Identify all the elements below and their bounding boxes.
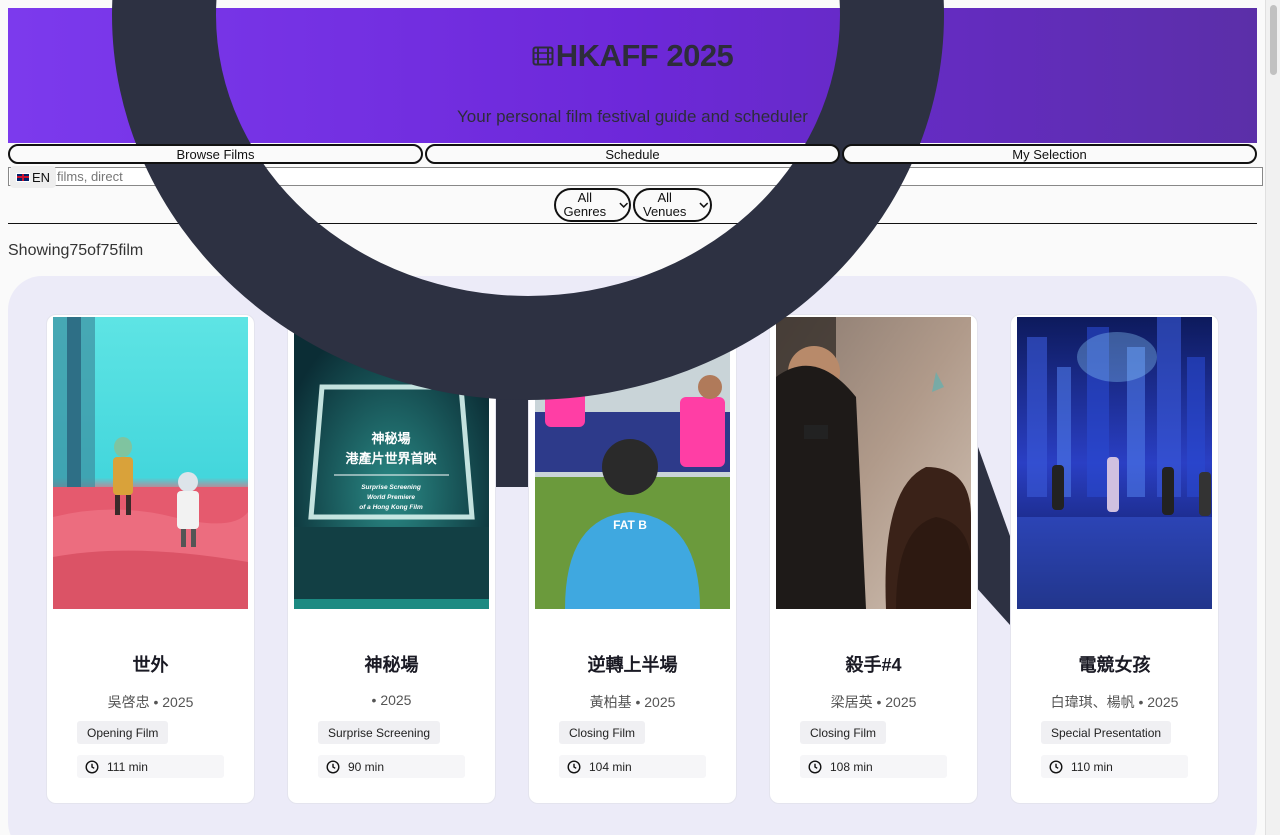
venue-select-label: All Venues [643, 190, 687, 219]
film-meta: 吳啓忠 • 2025 [107, 694, 194, 710]
film-meta: 黃柏基 • 2025 [589, 694, 676, 710]
schedule-button[interactable]: Schedule [425, 144, 840, 164]
film-card[interactable]: 世外 吳啓忠 • 2025 Opening Film 111 min [46, 314, 255, 804]
poster-text: World Premiere [367, 494, 415, 501]
language-label: EN [32, 169, 51, 185]
film-card[interactable]: 殺手#4 梁居英 • 2025 Closing Film 108 min [769, 314, 978, 804]
category-badge: Surprise Screening [318, 721, 441, 744]
film-title: 世外 [132, 655, 169, 675]
poster-text: Surprise Screening [361, 484, 421, 491]
film-card[interactable]: 電競女孩 白瑋琪、楊帆 • 2025 Special Presentation … [1010, 314, 1219, 804]
scrollbar-thumb[interactable] [1270, 5, 1277, 75]
film-poster [776, 317, 971, 609]
film-card[interactable]: 神秘場 港產片世界首映 Surprise Screening World Pre… [287, 314, 496, 804]
category-badge: Closing Film [559, 721, 646, 744]
film-meta: 梁居英 • 2025 [830, 694, 917, 710]
duration: 90 min [318, 755, 465, 778]
poster-text: of a Hong Kong Film [359, 504, 423, 511]
page: HKAFF 2025 Your personal film festival g… [0, 0, 1265, 835]
film-icon [532, 46, 554, 66]
title-text: HKAFF 2025 [555, 38, 734, 73]
duration-text: 111 min [107, 759, 148, 774]
film-meta: • 2025 [371, 692, 412, 708]
film-title: 殺手#4 [845, 655, 902, 675]
film-poster [1017, 317, 1212, 609]
poster-text: 港產片世界首映 [345, 451, 437, 467]
venue-select[interactable]: All Venues [633, 188, 712, 222]
main-nav: Browse Films Schedule My Selection [8, 144, 1257, 164]
clock-icon [1049, 759, 1063, 774]
category-badge: Closing Film [800, 721, 887, 744]
chevron-down-icon [699, 202, 709, 209]
duration: 111 min [77, 755, 224, 778]
duration: 108 min [800, 755, 947, 778]
film-title: 電競女孩 [1078, 655, 1151, 675]
page-title: HKAFF 2025 [8, 38, 1257, 74]
duration-text: 90 min [348, 759, 385, 774]
poster-text: FAT B [613, 518, 647, 532]
genre-select[interactable]: All Genres [554, 188, 631, 222]
category-badge: Opening Film [77, 721, 169, 744]
my-selection-button[interactable]: My Selection [842, 144, 1257, 164]
divider [8, 223, 1257, 224]
clock-icon [567, 759, 581, 774]
filter-bar: All Genres All Venues [554, 188, 712, 222]
duration-text: 108 min [830, 759, 873, 774]
film-meta: 白瑋琪、楊帆 • 2025 [1050, 694, 1179, 710]
poster-text: 神秘場 [371, 431, 410, 447]
film-title: 逆轉上半場 [587, 655, 678, 675]
page-subtitle: Your personal film festival guide and sc… [457, 107, 808, 126]
clock-icon [326, 759, 340, 774]
film-poster: 神秘場 港產片世界首映 Surprise Screening World Pre… [294, 317, 489, 609]
duration: 110 min [1041, 755, 1188, 778]
search-input[interactable]: films, direct [8, 167, 1263, 186]
uk-flag-icon [16, 172, 30, 182]
vertical-scrollbar[interactable] [1265, 0, 1280, 835]
genre-select-label: All Genres [563, 190, 607, 219]
film-poster [53, 317, 248, 609]
language-toggle[interactable]: EN [10, 166, 57, 188]
decorative-shape [496, 381, 529, 487]
header-banner: HKAFF 2025 Your personal film festival g… [8, 8, 1257, 143]
film-title: 神秘場 [364, 655, 419, 675]
browse-films-button[interactable]: Browse Films [8, 144, 423, 164]
duration-text: 104 min [589, 759, 632, 774]
clock-icon [85, 759, 99, 774]
clock-icon [808, 759, 822, 774]
poster-text: www.capellisport.com [594, 329, 700, 340]
film-poster: www.capellisport.com FAT B [535, 317, 730, 609]
chevron-down-icon [618, 202, 628, 208]
film-card[interactable]: www.capellisport.com FAT B 逆轉上半場 黃柏基 • 2… [528, 314, 737, 804]
duration-text: 110 min [1071, 759, 1113, 774]
results-count: Showing75of75film [8, 242, 144, 259]
category-badge: Special Presentation [1041, 721, 1172, 744]
duration: 104 min [559, 755, 706, 778]
